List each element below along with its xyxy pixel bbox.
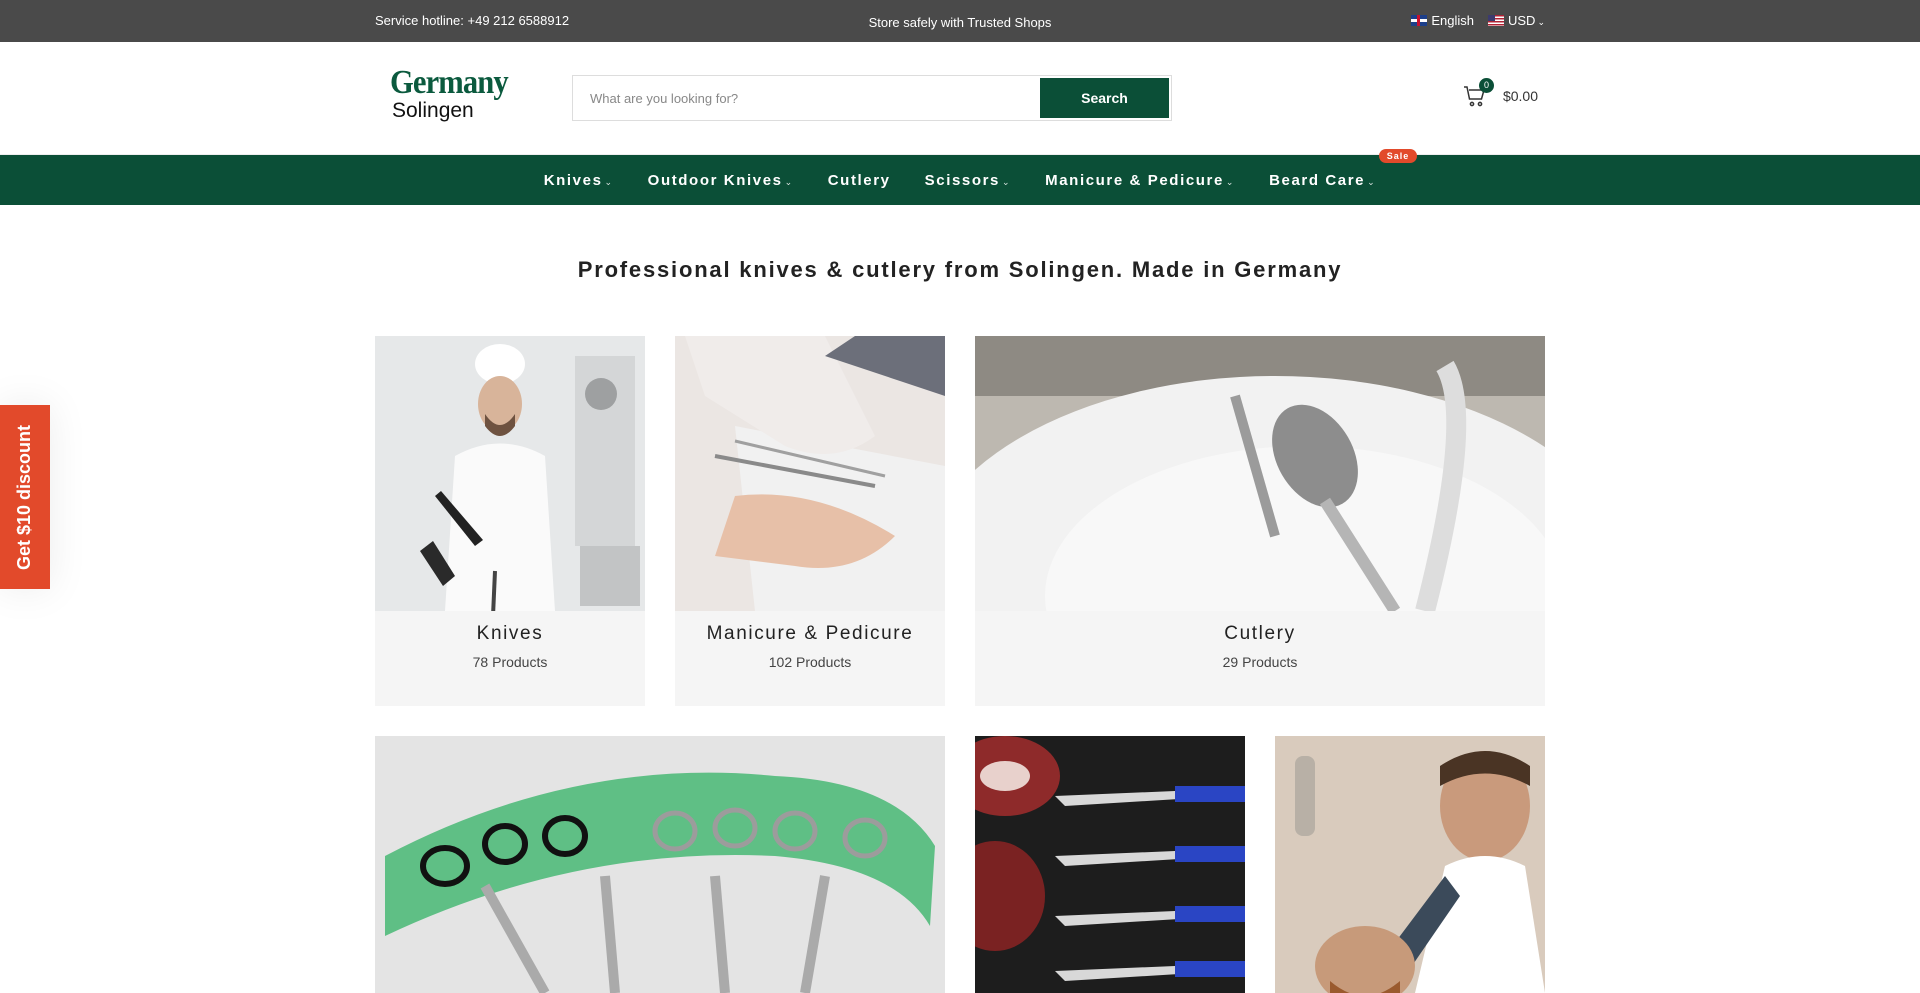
nav-item-knives[interactable]: Knives ⌄ <box>527 172 631 189</box>
category-card-cutlery[interactable]: Cutlery 29 Products <box>975 336 1545 706</box>
chevron-down-icon: ⌄ <box>1001 176 1012 187</box>
logo-text-solingen: Solingen <box>392 99 474 122</box>
currency-selector[interactable]: USD ⌄ <box>1488 13 1545 28</box>
page-tagline: Professional knives & cutlery from Solin… <box>577 257 1343 282</box>
cart-total[interactable]: $0.00 <box>1503 88 1538 104</box>
discount-tab[interactable]: Get $10 discount <box>0 405 50 589</box>
nav-item-outdoor-knives[interactable]: Outdoor Knives ⌄ <box>631 172 811 189</box>
category-title[interactable]: Manicure & Pedicure <box>675 623 945 645</box>
category-product-count: 102 Products <box>768 654 852 670</box>
nav-item-scissors[interactable]: Scissors ⌄ <box>908 172 1029 189</box>
category-image-beard-care[interactable] <box>1275 736 1545 993</box>
search-bar: Search <box>572 75 1172 121</box>
category-product-count: 29 Products <box>1222 654 1298 670</box>
chevron-down-icon: ⌄ <box>1367 176 1377 187</box>
currency-label: USD <box>1508 13 1536 28</box>
category-image-manicure-pedicure[interactable] <box>675 336 945 611</box>
search-button[interactable]: Search <box>1040 78 1169 118</box>
locale-switchers: English USD ⌄ <box>1411 13 1545 28</box>
nav-item-beard-care[interactable]: Beard Care ⌄ Sale <box>1252 148 1418 189</box>
category-image-cutlery[interactable] <box>975 336 1545 611</box>
category-card-scissors[interactable] <box>375 736 945 993</box>
chevron-down-icon: ⌄ <box>1225 176 1236 187</box>
us-flag-icon <box>1488 15 1504 26</box>
site-logo[interactable]: Germany Solingen <box>390 64 509 134</box>
discount-tab-label: Get $10 discount <box>14 424 35 570</box>
site-header: Germany Solingen Search 0 $0.00 <box>0 42 1920 155</box>
search-input[interactable] <box>573 76 1033 120</box>
language-label: English <box>1431 13 1474 28</box>
category-card-beard-care[interactable] <box>1275 736 1545 993</box>
cart-icon[interactable]: 0 <box>1463 78 1494 108</box>
nav-item-cutlery[interactable]: Cutlery <box>811 172 908 189</box>
category-card-knives[interactable]: Knives 78 Products <box>375 336 645 706</box>
chevron-down-icon: ⌄ <box>784 176 794 187</box>
language-selector[interactable]: English <box>1411 13 1474 28</box>
main-nav: Knives ⌄ Outdoor Knives ⌄ Cutlery Scissors… <box>0 148 1920 205</box>
category-card-manicure-pedicure[interactable]: Manicure & Pedicure 102 Products <box>675 336 945 706</box>
category-card-outdoor-knives[interactable] <box>975 736 1245 993</box>
uk-flag-icon <box>1411 15 1428 26</box>
category-title[interactable]: Knives <box>375 623 645 645</box>
sale-badge: Sale <box>1378 148 1418 163</box>
chevron-down-icon: ⌄ <box>1537 17 1545 27</box>
cart-count-badge: 0 <box>1478 78 1494 93</box>
category-image-scissors[interactable] <box>375 736 945 993</box>
logo-text-germany: Germany <box>390 64 509 101</box>
top-bar: Service hotline: +49 212 6588912 Store s… <box>0 0 1920 42</box>
nav-item-manicure-pedicure[interactable]: Manicure & Pedicure ⌄ <box>1028 172 1252 189</box>
category-title[interactable]: Cutlery <box>975 623 1545 645</box>
trusted-shops-text[interactable]: Store safely with Trusted Shops <box>0 15 1920 30</box>
category-image-outdoor-knives[interactable] <box>975 736 1245 993</box>
category-image-knives[interactable] <box>375 336 645 611</box>
chevron-down-icon: ⌄ <box>604 176 614 187</box>
cart[interactable]: 0 $0.00 <box>1463 78 1538 108</box>
category-product-count: 78 Products <box>472 654 548 670</box>
